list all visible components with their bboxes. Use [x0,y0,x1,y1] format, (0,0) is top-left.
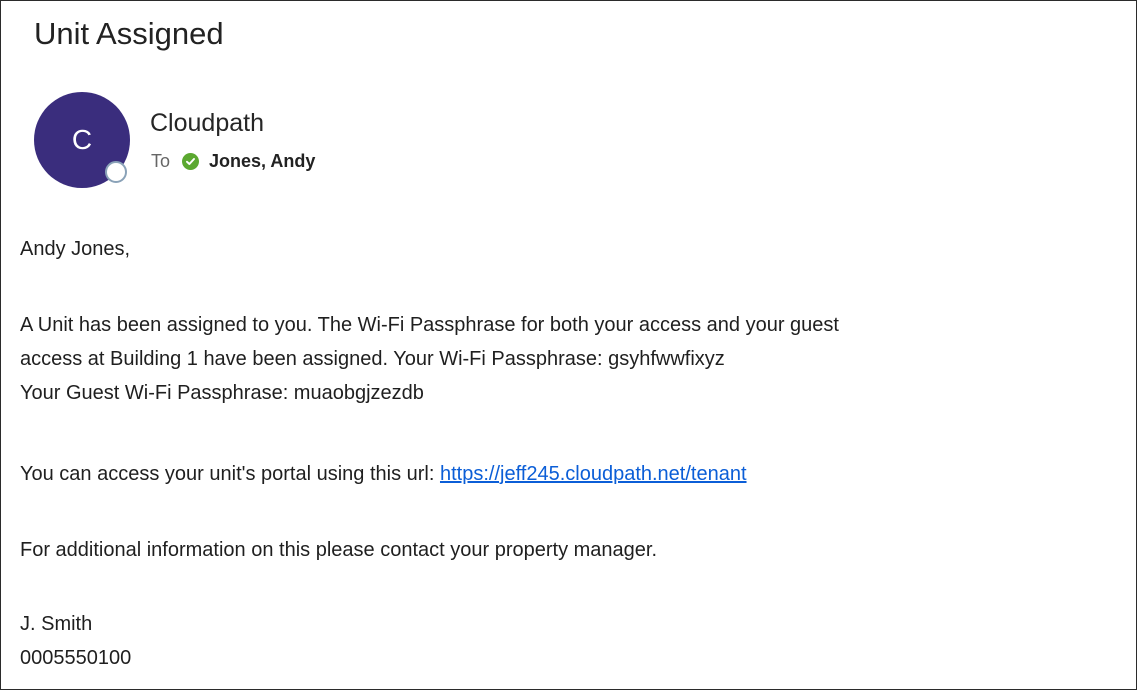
greeting: Andy Jones, [20,238,131,260]
recipients-line: To Jones, Andy [151,151,315,173]
signature-phone: 0005550100 [20,647,132,669]
portal-text: You can access your unit's portal using … [20,463,440,485]
sender-avatar-initial: C [71,124,93,155]
portal-paragraph: You can access your unit's portal using … [20,457,747,491]
email-reading-pane: Unit Assigned C Cloudpath To Jones, Andy… [0,0,1137,690]
contact-paragraph: For additional information on this pleas… [20,539,658,561]
body-line-1: A Unit has been assigned to you. The Wi-… [20,314,839,336]
body-line-2: access at Building 1 have been assigned.… [20,348,725,370]
signature-name: J. Smith [20,613,93,635]
recipient-name[interactable]: Jones, Andy [209,151,315,173]
portal-link[interactable]: https://jeff245.cloudpath.net/tenant [440,463,747,485]
sender-name[interactable]: Cloudpath [150,108,264,138]
email-subject: Unit Assigned [34,16,224,51]
body-line-3: Your Guest Wi-Fi Passphrase: muaobgjzezd… [20,382,424,404]
check-circle-icon [182,153,200,171]
presence-status-icon [105,161,127,183]
to-label: To [151,151,171,171]
